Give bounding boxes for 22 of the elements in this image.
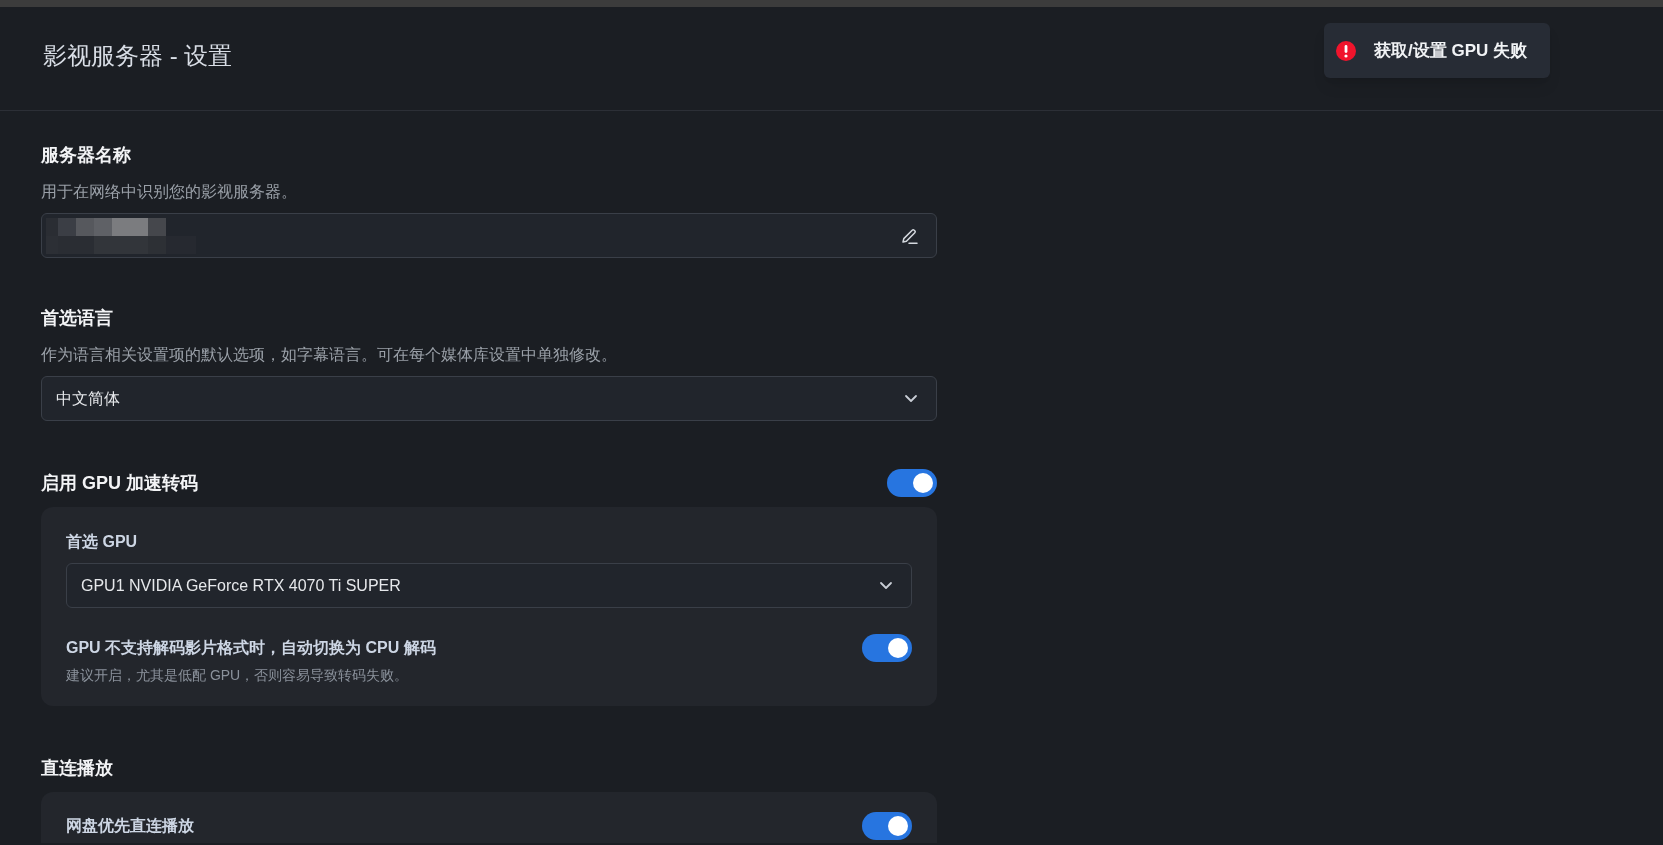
alert-icon [1336,40,1356,61]
toggle-switch[interactable] [862,812,912,840]
pencil-icon[interactable] [900,226,918,245]
section-description: 用于在网络中识别您的影视服务器。 [41,182,298,202]
setting-hint: 建议开启，尤其是低配 GPU，否则容易导致转码失败。 [66,666,410,684]
select-field[interactable]: 中文简体 [41,376,937,421]
setting-label: GPU 不支持解码影片格式时，自动切换为 CPU 解码 [66,638,436,658]
chevron-down-icon [904,394,918,403]
section-title: 启用 GPU 加速转码 [41,471,198,495]
select-field[interactable]: GPU1 NVIDIA GeForce RTX 4070 Ti SUPER [66,563,912,608]
section-title: 服务器名称 [41,144,132,167]
setting-label: 网盘优先直连播放 [66,816,194,836]
page-title: 影视服务器 - 设置 [43,40,233,71]
text-field[interactable] [41,213,937,258]
section-title: 首选语言 [41,307,114,330]
chevron-down-icon [879,581,893,590]
toggle-switch[interactable] [887,468,937,497]
section-title: 直连播放 [41,756,113,780]
toast-message: 获取/设置 GPU 失败 [1374,39,1528,62]
toggle-switch[interactable] [862,634,912,662]
section-description: 作为语言相关设置项的默认选项，如字幕语言。可在每个媒体库设置中单独修改。 [41,345,618,365]
field-label: 首选 GPU [66,532,139,552]
